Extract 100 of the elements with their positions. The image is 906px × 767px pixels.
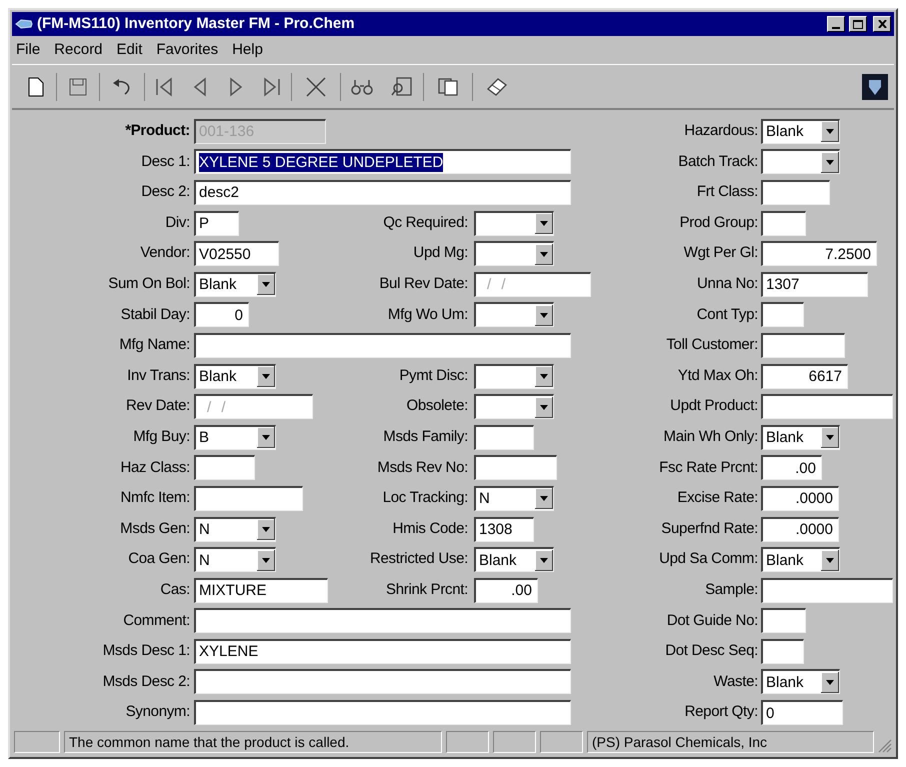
text-field[interactable]	[194, 455, 255, 480]
dropdown[interactable]: B	[194, 424, 276, 450]
dropdown[interactable]	[474, 241, 554, 266]
text-field[interactable]: 1308	[474, 516, 534, 542]
field-label: Msds Desc 2:	[102, 672, 191, 692]
new-document-icon[interactable]	[28, 76, 44, 96]
dropdown-arrow-icon[interactable]	[257, 550, 275, 571]
text-field[interactable]	[761, 394, 893, 420]
dropdown-arrow-icon[interactable]	[535, 396, 553, 418]
text-field[interactable]: .00	[474, 578, 538, 603]
text-field[interactable]: V02550	[194, 241, 279, 266]
text-field[interactable]	[194, 669, 571, 694]
text-field[interactable]: .0000	[761, 486, 839, 511]
dropdown[interactable]: Blank	[761, 669, 840, 694]
previous-record-icon[interactable]	[193, 76, 207, 96]
dropdown-arrow-icon[interactable]	[535, 488, 553, 510]
save-icon[interactable]	[69, 78, 87, 96]
minimize-button[interactable]	[827, 16, 845, 32]
field-label: Hmis Code:	[392, 518, 469, 539]
dropdown-arrow-icon[interactable]	[821, 672, 839, 693]
delete-icon[interactable]	[305, 76, 327, 98]
text-field[interactable]	[761, 210, 806, 236]
dropdown[interactable]: Blank	[474, 547, 554, 572]
text-field[interactable]: 1307	[761, 272, 868, 297]
close-button[interactable]	[873, 16, 891, 32]
field-label: Rev Date:	[126, 396, 191, 416]
text-field[interactable]	[474, 424, 534, 450]
text-field[interactable]	[194, 700, 571, 726]
text-field[interactable]: 0	[194, 302, 249, 328]
text-field[interactable]: MIXTURE	[194, 578, 328, 603]
dropdown[interactable]: N	[194, 516, 276, 542]
text-field[interactable]	[194, 332, 571, 358]
field-label: Prod Group:	[680, 212, 759, 233]
text-field[interactable]	[761, 638, 804, 664]
text-field[interactable]	[761, 608, 806, 634]
dropdown[interactable]	[761, 149, 840, 174]
dropdown-arrow-icon[interactable]	[535, 213, 553, 234]
dropdown[interactable]: Blank	[194, 272, 276, 297]
dropdown[interactable]	[474, 394, 554, 420]
dropdown[interactable]: Blank	[761, 547, 840, 572]
menu-item[interactable]: Help	[232, 38, 263, 62]
text-field[interactable]	[761, 578, 893, 603]
menu-item[interactable]: File	[16, 38, 40, 62]
dropdown-arrow-icon[interactable]	[821, 121, 839, 142]
text-field[interactable]: P	[194, 210, 239, 236]
menu-item[interactable]: Edit	[116, 38, 142, 62]
dropdown[interactable]	[474, 210, 554, 236]
dropdown[interactable]: Blank	[761, 424, 840, 450]
maximize-button[interactable]	[849, 16, 867, 32]
text-field[interactable]	[761, 180, 830, 205]
dropdown[interactable]: N	[474, 486, 554, 511]
dropdown-arrow-icon[interactable]	[535, 366, 553, 388]
menu-item[interactable]: Record	[54, 38, 103, 62]
text-field[interactable]	[474, 455, 557, 480]
next-record-icon[interactable]	[229, 76, 243, 96]
menu-item[interactable]: Favorites	[156, 38, 218, 62]
last-record-icon[interactable]	[263, 76, 281, 96]
dropdown-arrow-icon[interactable]	[821, 550, 839, 571]
text-field[interactable]: XYLENE	[194, 638, 571, 664]
eraser-icon[interactable]	[486, 76, 508, 96]
field-label: Msds Family:	[383, 426, 469, 447]
find-page-icon[interactable]	[391, 76, 413, 96]
text-field[interactable]: desc2	[194, 180, 571, 205]
field-label: Ytd Max Oh:	[678, 366, 759, 386]
dropdown-arrow-icon[interactable]	[257, 366, 275, 388]
field-label: Loc Tracking:	[382, 488, 469, 508]
first-record-icon[interactable]	[155, 76, 173, 96]
dropdown[interactable]	[474, 364, 554, 389]
resize-grip-icon[interactable]	[878, 739, 892, 753]
dropdown-arrow-icon[interactable]	[535, 244, 553, 265]
text-field[interactable]	[194, 608, 571, 634]
text-field[interactable]: 7.2500	[761, 241, 877, 266]
field-label: *Product:	[125, 121, 191, 142]
dropdown-arrow-icon[interactable]	[821, 427, 839, 448]
text-field[interactable]: 6617	[761, 364, 848, 389]
text-field[interactable]: .0000	[761, 516, 839, 542]
dropdown-arrow-icon[interactable]	[821, 152, 839, 173]
dropdown[interactable]: N	[194, 547, 276, 572]
text-field[interactable]: .00	[761, 455, 822, 480]
dropdown-arrow-icon[interactable]	[257, 427, 275, 448]
text-field[interactable]: 0	[761, 700, 843, 726]
text-field[interactable]	[761, 302, 804, 328]
dropdown[interactable]: Blank	[761, 118, 840, 144]
field-label: Qc Required:	[383, 212, 469, 233]
copy-icon[interactable]	[438, 78, 458, 96]
binoculars-icon[interactable]	[351, 78, 373, 96]
field-label: Cas:	[160, 580, 191, 600]
field-label: Dot Desc Seq:	[665, 641, 759, 662]
field-label: Main Wh Only:	[664, 426, 759, 447]
dropdown-arrow-icon[interactable]	[535, 550, 553, 571]
maximize-icon	[853, 20, 863, 28]
field-label: Mfg Name:	[119, 335, 191, 356]
dropdown[interactable]: Blank	[194, 364, 276, 389]
dropdown-arrow-icon[interactable]	[257, 519, 275, 540]
text-field[interactable]	[194, 486, 303, 511]
dropdown[interactable]	[474, 302, 554, 328]
dropdown-arrow-icon[interactable]	[535, 304, 553, 326]
dropdown-arrow-icon[interactable]	[257, 274, 275, 296]
text-field[interactable]: XYLENE 5 DEGREE UNDEPLETED	[194, 149, 571, 174]
text-field[interactable]	[761, 332, 845, 358]
